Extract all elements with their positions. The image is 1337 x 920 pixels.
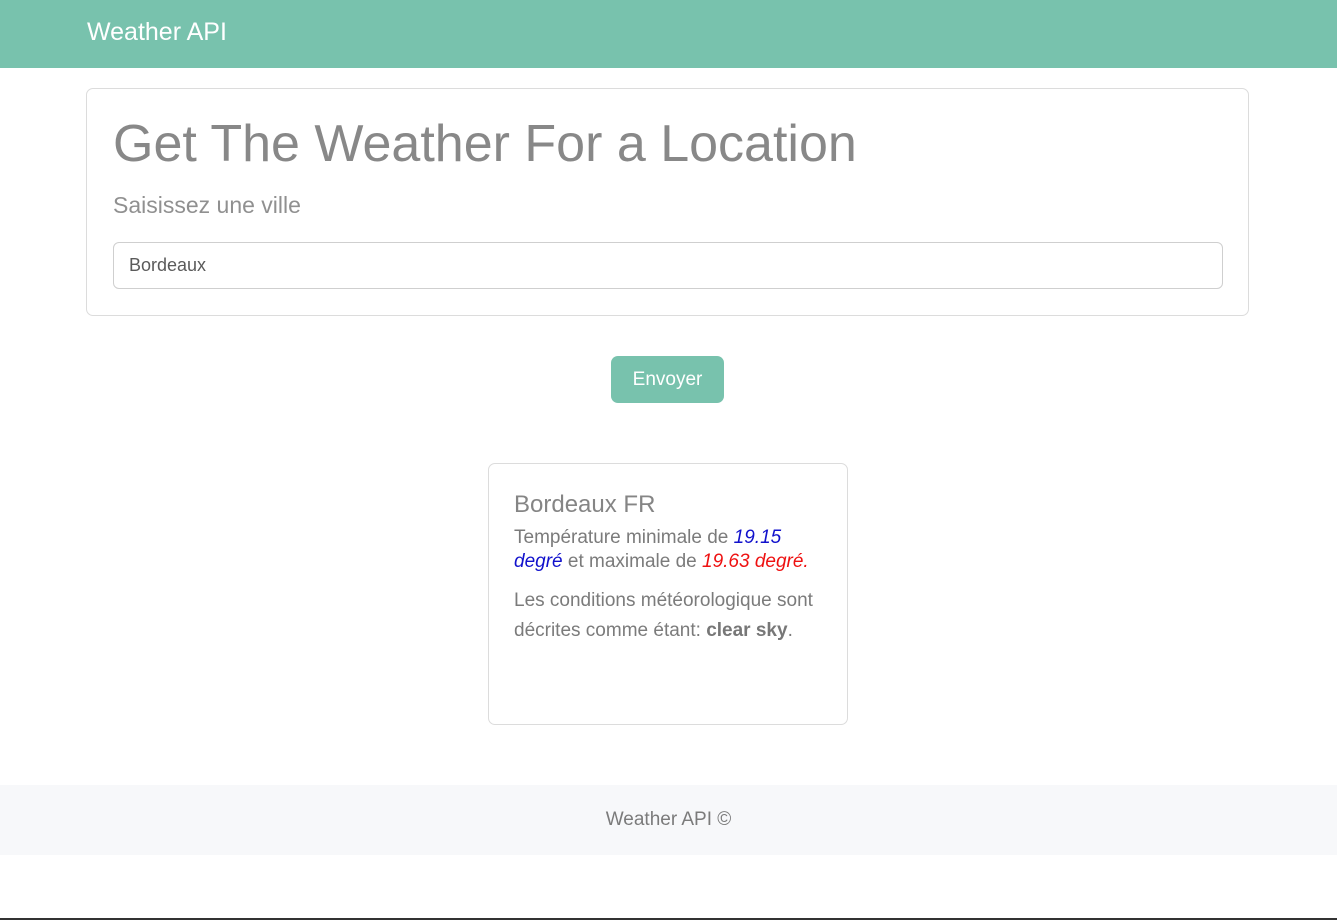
page-title: Get The Weather For a Location (113, 115, 857, 173)
temperature-text: Température minimale de 19.15 degré et m… (514, 526, 822, 574)
city-input[interactable] (113, 242, 1223, 289)
brand-link[interactable]: Weather API (87, 17, 227, 47)
top-navbar: Weather API (0, 0, 1337, 68)
result-location: Bordeaux FR (514, 491, 656, 518)
weather-result-card: Bordeaux FR Température minimale de 19.1… (488, 463, 848, 725)
page-footer: Weather API © (0, 785, 1337, 855)
temp-middle: et maximale de (567, 551, 697, 572)
send-button[interactable]: Envoyer (611, 356, 724, 403)
conditions-text: Les conditions météorologique sont décri… (514, 586, 822, 646)
temp-max-value: 19.63 degré. (702, 551, 809, 572)
cond-value: clear sky (706, 620, 788, 641)
footer-text: Weather API © (605, 809, 732, 830)
cond-suffix: . (787, 620, 793, 641)
temp-prefix: Température minimale de (514, 527, 729, 548)
search-card: Get The Weather For a Location Saisissez… (86, 88, 1249, 316)
city-field-label: Saisissez une ville (113, 192, 301, 218)
